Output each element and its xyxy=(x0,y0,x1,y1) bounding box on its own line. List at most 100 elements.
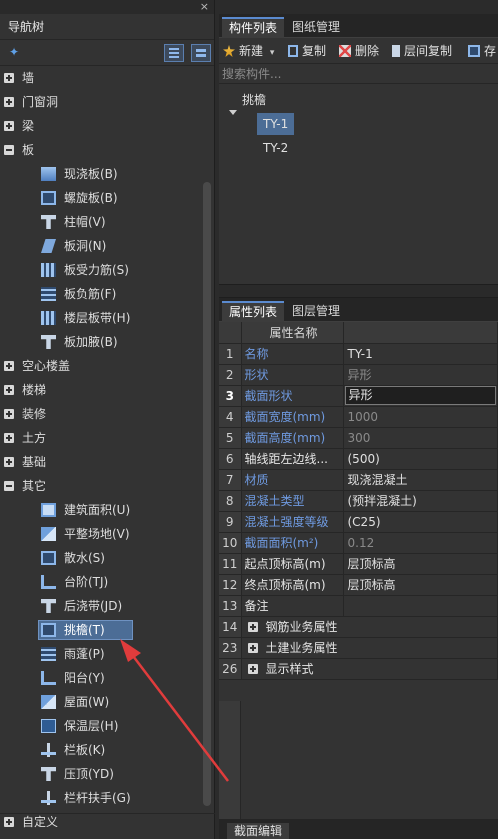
expand-icon[interactable] xyxy=(247,642,258,653)
new-button[interactable]: 新建 ▾ xyxy=(223,38,274,64)
floor-copy-button[interactable]: 层间复制 xyxy=(392,38,452,64)
component-search-input[interactable]: 搜索构件... xyxy=(219,64,498,84)
nav-category[interactable]: 门窗洞 xyxy=(0,90,200,114)
property-group[interactable]: 钢筋业务属性 xyxy=(241,616,498,638)
property-value[interactable]: (预拌混凝土) xyxy=(343,490,498,512)
tab-layer-management[interactable]: 图层管理 xyxy=(285,301,347,322)
nav-item[interactable]: 压顶(YD) xyxy=(0,762,200,786)
property-row[interactable]: 3 截面形状 异形 xyxy=(219,385,498,407)
save-button-label: 存 xyxy=(484,44,497,58)
magic-wand-icon[interactable]: ✦ xyxy=(9,45,19,59)
nav-item[interactable]: 现浇板(B) xyxy=(0,162,200,186)
property-row[interactable]: 8 混凝土类型 (预拌混凝土) xyxy=(219,490,498,512)
tab-section-edit[interactable]: 截面编辑 xyxy=(227,823,290,839)
property-row[interactable]: 9 混凝土强度等级 (C25) xyxy=(219,511,498,533)
expand-icon[interactable] xyxy=(4,409,14,419)
list-view-button[interactable] xyxy=(164,44,184,62)
nav-item[interactable]: 雨蓬(P) xyxy=(0,642,200,666)
nav-category[interactable]: 基础 xyxy=(0,450,200,474)
expand-icon[interactable] xyxy=(247,621,258,632)
collapse-icon[interactable] xyxy=(4,145,14,155)
nav-item[interactable]: 板加腋(B) xyxy=(0,330,200,354)
nav-item[interactable]: 阳台(Y) xyxy=(0,666,200,690)
tab-drawing-management[interactable]: 图纸管理 xyxy=(285,17,347,38)
nav-item[interactable]: 保温层(H) xyxy=(0,714,200,738)
component-item-ty1[interactable]: TY-1 xyxy=(257,113,295,135)
nav-item[interactable]: 楼层板带(H) xyxy=(0,306,200,330)
nav-item[interactable]: 柱帽(V) xyxy=(0,210,200,234)
property-group-row[interactable]: 26 显示样式 xyxy=(219,658,498,680)
nav-category[interactable]: 墙 xyxy=(0,66,200,90)
tab-property-list[interactable]: 属性列表 xyxy=(222,301,285,322)
expand-icon[interactable] xyxy=(4,121,14,131)
property-row[interactable]: 6 轴线距左边线... (500) xyxy=(219,448,498,470)
chevron-down-icon[interactable]: ▾ xyxy=(270,48,275,58)
expand-icon[interactable] xyxy=(4,97,14,107)
property-value[interactable]: 异形 xyxy=(343,385,498,407)
nav-category[interactable]: 空心楼盖 xyxy=(0,354,200,378)
property-row[interactable]: 7 材质 现浇混凝土 xyxy=(219,469,498,491)
expand-icon[interactable] xyxy=(4,361,14,371)
property-row[interactable]: 4 截面宽度(mm) 1000 xyxy=(219,406,498,428)
nav-category[interactable]: 梁 xyxy=(0,114,200,138)
delete-button[interactable]: 删除 xyxy=(339,38,379,64)
property-value[interactable]: 0.12 xyxy=(343,532,498,554)
nav-category[interactable]: 土方 xyxy=(0,426,200,450)
save-button[interactable]: 存 xyxy=(468,38,496,64)
property-row[interactable]: 5 截面高度(mm) 300 xyxy=(219,427,498,449)
nav-item[interactable]: 螺旋板(B) xyxy=(0,186,200,210)
copy-button[interactable]: 复制 xyxy=(288,38,326,64)
component-group-cornice[interactable]: 挑檐 xyxy=(242,89,266,111)
property-value[interactable]: 层顶标高 xyxy=(343,553,498,575)
nav-item[interactable]: 屋面(W) xyxy=(0,690,200,714)
property-group-row[interactable]: 23 土建业务属性 xyxy=(219,637,498,659)
tab-component-list[interactable]: 构件列表 xyxy=(222,17,285,38)
nav-item[interactable]: 台阶(TJ) xyxy=(0,570,200,594)
property-row[interactable]: 12 终点顶标高(m) 层顶标高 xyxy=(219,574,498,596)
nav-item[interactable]: 板负筋(F) xyxy=(0,282,200,306)
expand-icon[interactable] xyxy=(4,73,14,83)
nav-item[interactable]: 散水(S) xyxy=(0,546,200,570)
property-row[interactable]: 1 名称 TY-1 xyxy=(219,343,498,365)
property-row[interactable]: 2 形状 异形 xyxy=(219,364,498,386)
nav-scrollbar[interactable] xyxy=(203,182,211,806)
expand-icon[interactable] xyxy=(4,457,14,467)
card-view-button[interactable] xyxy=(191,44,211,62)
expand-icon[interactable] xyxy=(4,433,14,443)
property-value[interactable]: 层顶标高 xyxy=(343,574,498,596)
nav-item[interactable]: 建筑面积(U) xyxy=(0,498,200,522)
nav-item[interactable]: 板受力筋(S) xyxy=(0,258,200,282)
collapse-icon[interactable] xyxy=(4,481,14,491)
property-value[interactable] xyxy=(343,595,498,617)
nav-item[interactable]: 平整场地(V) xyxy=(0,522,200,546)
property-row[interactable]: 13 备注 xyxy=(219,595,498,617)
property-value[interactable]: (C25) xyxy=(343,511,498,533)
close-icon[interactable]: × xyxy=(200,0,209,14)
nav-item[interactable]: 后浇带(JD) xyxy=(0,594,200,618)
property-value[interactable]: 异形 xyxy=(343,364,498,386)
nav-category[interactable]: 楼梯 xyxy=(0,378,200,402)
property-value[interactable]: (500) xyxy=(343,448,498,470)
component-item-ty2[interactable]: TY-2 xyxy=(263,137,288,159)
property-row[interactable]: 10 截面面积(m²) 0.12 xyxy=(219,532,498,554)
collapse-triangle-icon[interactable] xyxy=(229,110,237,115)
property-value[interactable]: 1000 xyxy=(343,406,498,428)
nav-category[interactable]: 板 xyxy=(0,138,200,162)
property-value[interactable]: 300 xyxy=(343,427,498,449)
nav-category[interactable]: 装修 xyxy=(0,402,200,426)
panel-splitter[interactable] xyxy=(219,284,498,298)
expand-icon[interactable] xyxy=(4,385,14,395)
property-row[interactable]: 11 起点顶标高(m) 层顶标高 xyxy=(219,553,498,575)
property-value-editor[interactable]: 异形 xyxy=(344,386,496,405)
nav-item[interactable]: 挑檐(T) xyxy=(0,618,200,642)
property-value[interactable]: 现浇混凝土 xyxy=(343,469,498,491)
nav-category[interactable]: 其它 xyxy=(0,474,200,498)
expand-icon[interactable] xyxy=(247,663,258,674)
property-group[interactable]: 显示样式 xyxy=(241,658,498,680)
nav-item[interactable]: 板洞(N) xyxy=(0,234,200,258)
property-group[interactable]: 土建业务属性 xyxy=(241,637,498,659)
property-group-row[interactable]: 14 钢筋业务属性 xyxy=(219,616,498,638)
nav-item[interactable]: 栏杆扶手(G) xyxy=(0,786,200,810)
property-value[interactable]: TY-1 xyxy=(343,343,498,365)
nav-item[interactable]: 栏板(K) xyxy=(0,738,200,762)
